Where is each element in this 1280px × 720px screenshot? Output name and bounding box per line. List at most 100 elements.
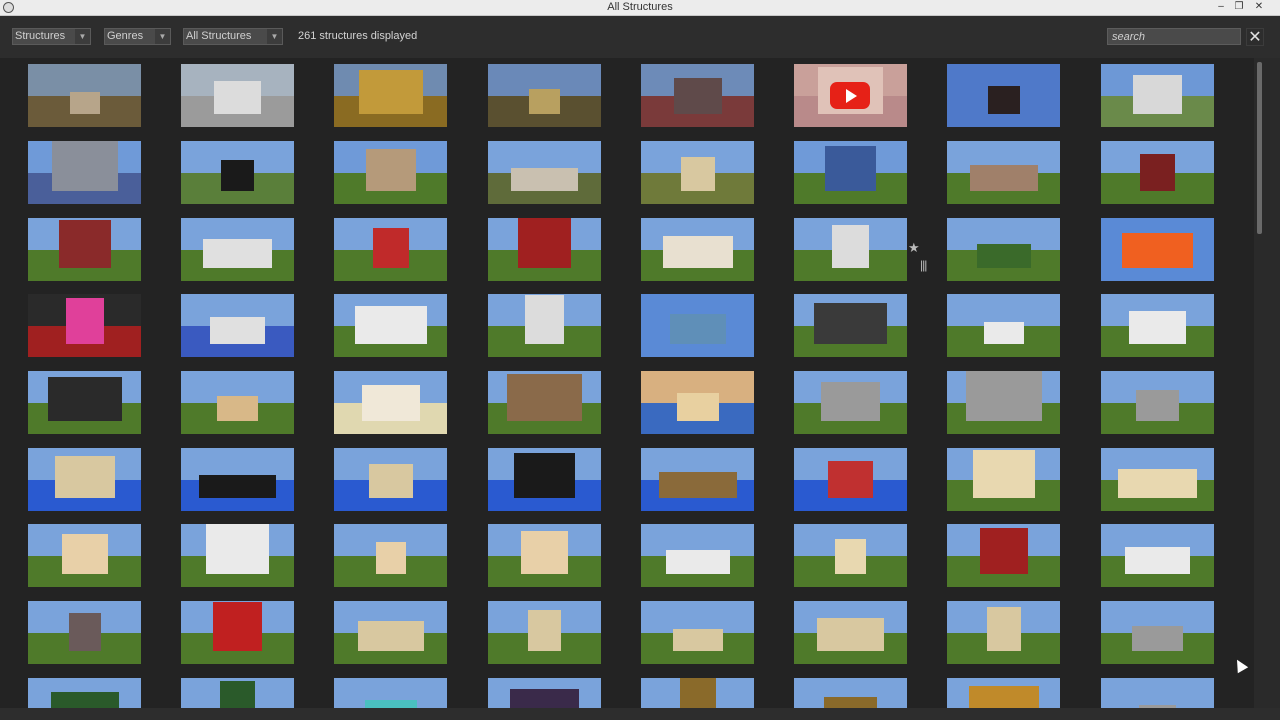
structure-thumbnail[interactable] [28,218,141,281]
structure-thumbnail[interactable] [641,601,754,664]
structure-thumbnail[interactable] [641,64,754,127]
structure-thumbnail[interactable] [1101,218,1214,281]
structure-thumbnail[interactable] [488,678,601,708]
structure-thumbnail[interactable] [488,448,601,511]
structure-thumbnail[interactable] [947,64,1060,127]
scrollbar-thumb[interactable] [1257,62,1262,234]
star-icon[interactable]: ★ [908,240,920,256]
structure-thumbnail[interactable] [181,448,294,511]
structure-thumbnail[interactable] [1101,141,1214,204]
structure-thumbnail[interactable] [181,371,294,434]
restore-icon[interactable]: ❐ [1230,0,1248,15]
structure-thumbnail[interactable] [28,64,141,127]
structure-thumbnail[interactable] [181,678,294,708]
structure-thumbnail[interactable] [181,601,294,664]
thumbnail-structure [665,550,730,574]
thumbnail-structure [1118,469,1197,498]
thumbnail-structure [979,528,1028,574]
structure-thumbnail[interactable] [641,678,754,708]
structure-thumbnail[interactable] [794,448,907,511]
structure-thumbnail[interactable] [334,601,447,664]
structure-thumbnail[interactable] [334,448,447,511]
structure-thumbnail[interactable] [488,371,601,434]
structure-thumbnail[interactable] [28,678,141,708]
structure-thumbnail[interactable] [334,524,447,587]
structure-thumbnail[interactable] [641,448,754,511]
structure-thumbnail[interactable] [947,371,1060,434]
structure-thumbnail[interactable] [794,218,907,281]
structure-thumbnail[interactable] [181,141,294,204]
genres-dropdown[interactable]: Genres ▼ [104,28,171,45]
structure-thumbnail[interactable] [334,141,447,204]
thumbnail-structure [364,700,417,708]
structure-thumbnail[interactable] [1101,371,1214,434]
structure-thumbnail[interactable] [794,371,907,434]
structure-thumbnail[interactable] [488,294,601,357]
thumbnail-structure [669,314,726,344]
structure-thumbnail[interactable] [641,524,754,587]
structure-thumbnail[interactable] [181,64,294,127]
structure-thumbnail[interactable] [1101,678,1214,708]
structure-thumbnail[interactable] [641,294,754,357]
structure-thumbnail[interactable] [488,141,601,204]
structure-thumbnail[interactable] [1101,601,1214,664]
structure-thumbnail[interactable] [794,678,907,708]
close-icon[interactable]: ✕ [1250,0,1268,15]
structure-thumbnail[interactable] [28,524,141,587]
chevron-down-icon[interactable]: ▼ [155,29,170,44]
structure-thumbnail[interactable] [794,64,907,127]
structure-thumbnail[interactable] [947,678,1060,708]
structure-thumbnail[interactable] [488,524,601,587]
search-input[interactable] [1107,28,1241,45]
structure-thumbnail[interactable] [28,448,141,511]
structure-thumbnail[interactable] [641,371,754,434]
chevron-down-icon[interactable]: ▼ [75,29,90,44]
structure-thumbnail[interactable] [641,218,754,281]
structure-thumbnail[interactable] [488,601,601,664]
chevron-down-icon[interactable]: ▼ [267,29,282,44]
structure-thumbnail[interactable] [28,294,141,357]
close-search-button[interactable]: ✕ [1246,28,1264,46]
structure-thumbnail[interactable] [947,601,1060,664]
structure-thumbnail[interactable] [28,141,141,204]
all-structures-dropdown[interactable]: All Structures ▼ [183,28,283,45]
structure-thumbnail[interactable] [28,601,141,664]
thumbnail-structure [1133,75,1182,114]
thumbnail-structure [965,371,1042,421]
structure-thumbnail[interactable] [794,294,907,357]
structure-thumbnail[interactable] [334,371,447,434]
structure-thumbnail[interactable] [947,524,1060,587]
structure-thumbnail[interactable] [334,64,447,127]
structure-thumbnail[interactable] [1101,524,1214,587]
thumbnail-structure [529,89,560,114]
structure-thumbnail[interactable] [488,64,601,127]
structure-thumbnail[interactable] [488,218,601,281]
thumbnail-structure [1140,154,1175,191]
structure-thumbnail[interactable] [1101,294,1214,357]
structure-thumbnail[interactable] [947,294,1060,357]
structure-thumbnail[interactable] [1101,64,1214,127]
structure-thumbnail[interactable] [794,524,907,587]
thumbnail-structure [51,141,118,191]
structure-thumbnail[interactable] [28,371,141,434]
play-triangle [846,89,857,103]
structure-thumbnail[interactable] [334,678,447,708]
structures-dropdown[interactable]: Structures ▼ [12,28,91,45]
structure-thumbnail[interactable] [181,218,294,281]
structure-thumbnail[interactable] [794,601,907,664]
youtube-play-icon[interactable] [830,82,870,109]
drag-handle-icon[interactable]: ||| [920,258,927,272]
structure-thumbnail[interactable] [947,448,1060,511]
structure-thumbnail[interactable] [334,294,447,357]
structure-thumbnail[interactable] [1101,448,1214,511]
thumbnail-structure [354,306,427,344]
minimize-icon[interactable]: – [1212,0,1230,15]
structure-thumbnail[interactable] [794,141,907,204]
structure-thumbnail[interactable] [947,218,1060,281]
structure-thumbnail[interactable] [181,524,294,587]
structure-thumbnail[interactable] [334,218,447,281]
scrollbar[interactable] [1254,58,1266,708]
structure-thumbnail[interactable] [181,294,294,357]
structure-thumbnail[interactable] [641,141,754,204]
structure-thumbnail[interactable] [947,141,1060,204]
